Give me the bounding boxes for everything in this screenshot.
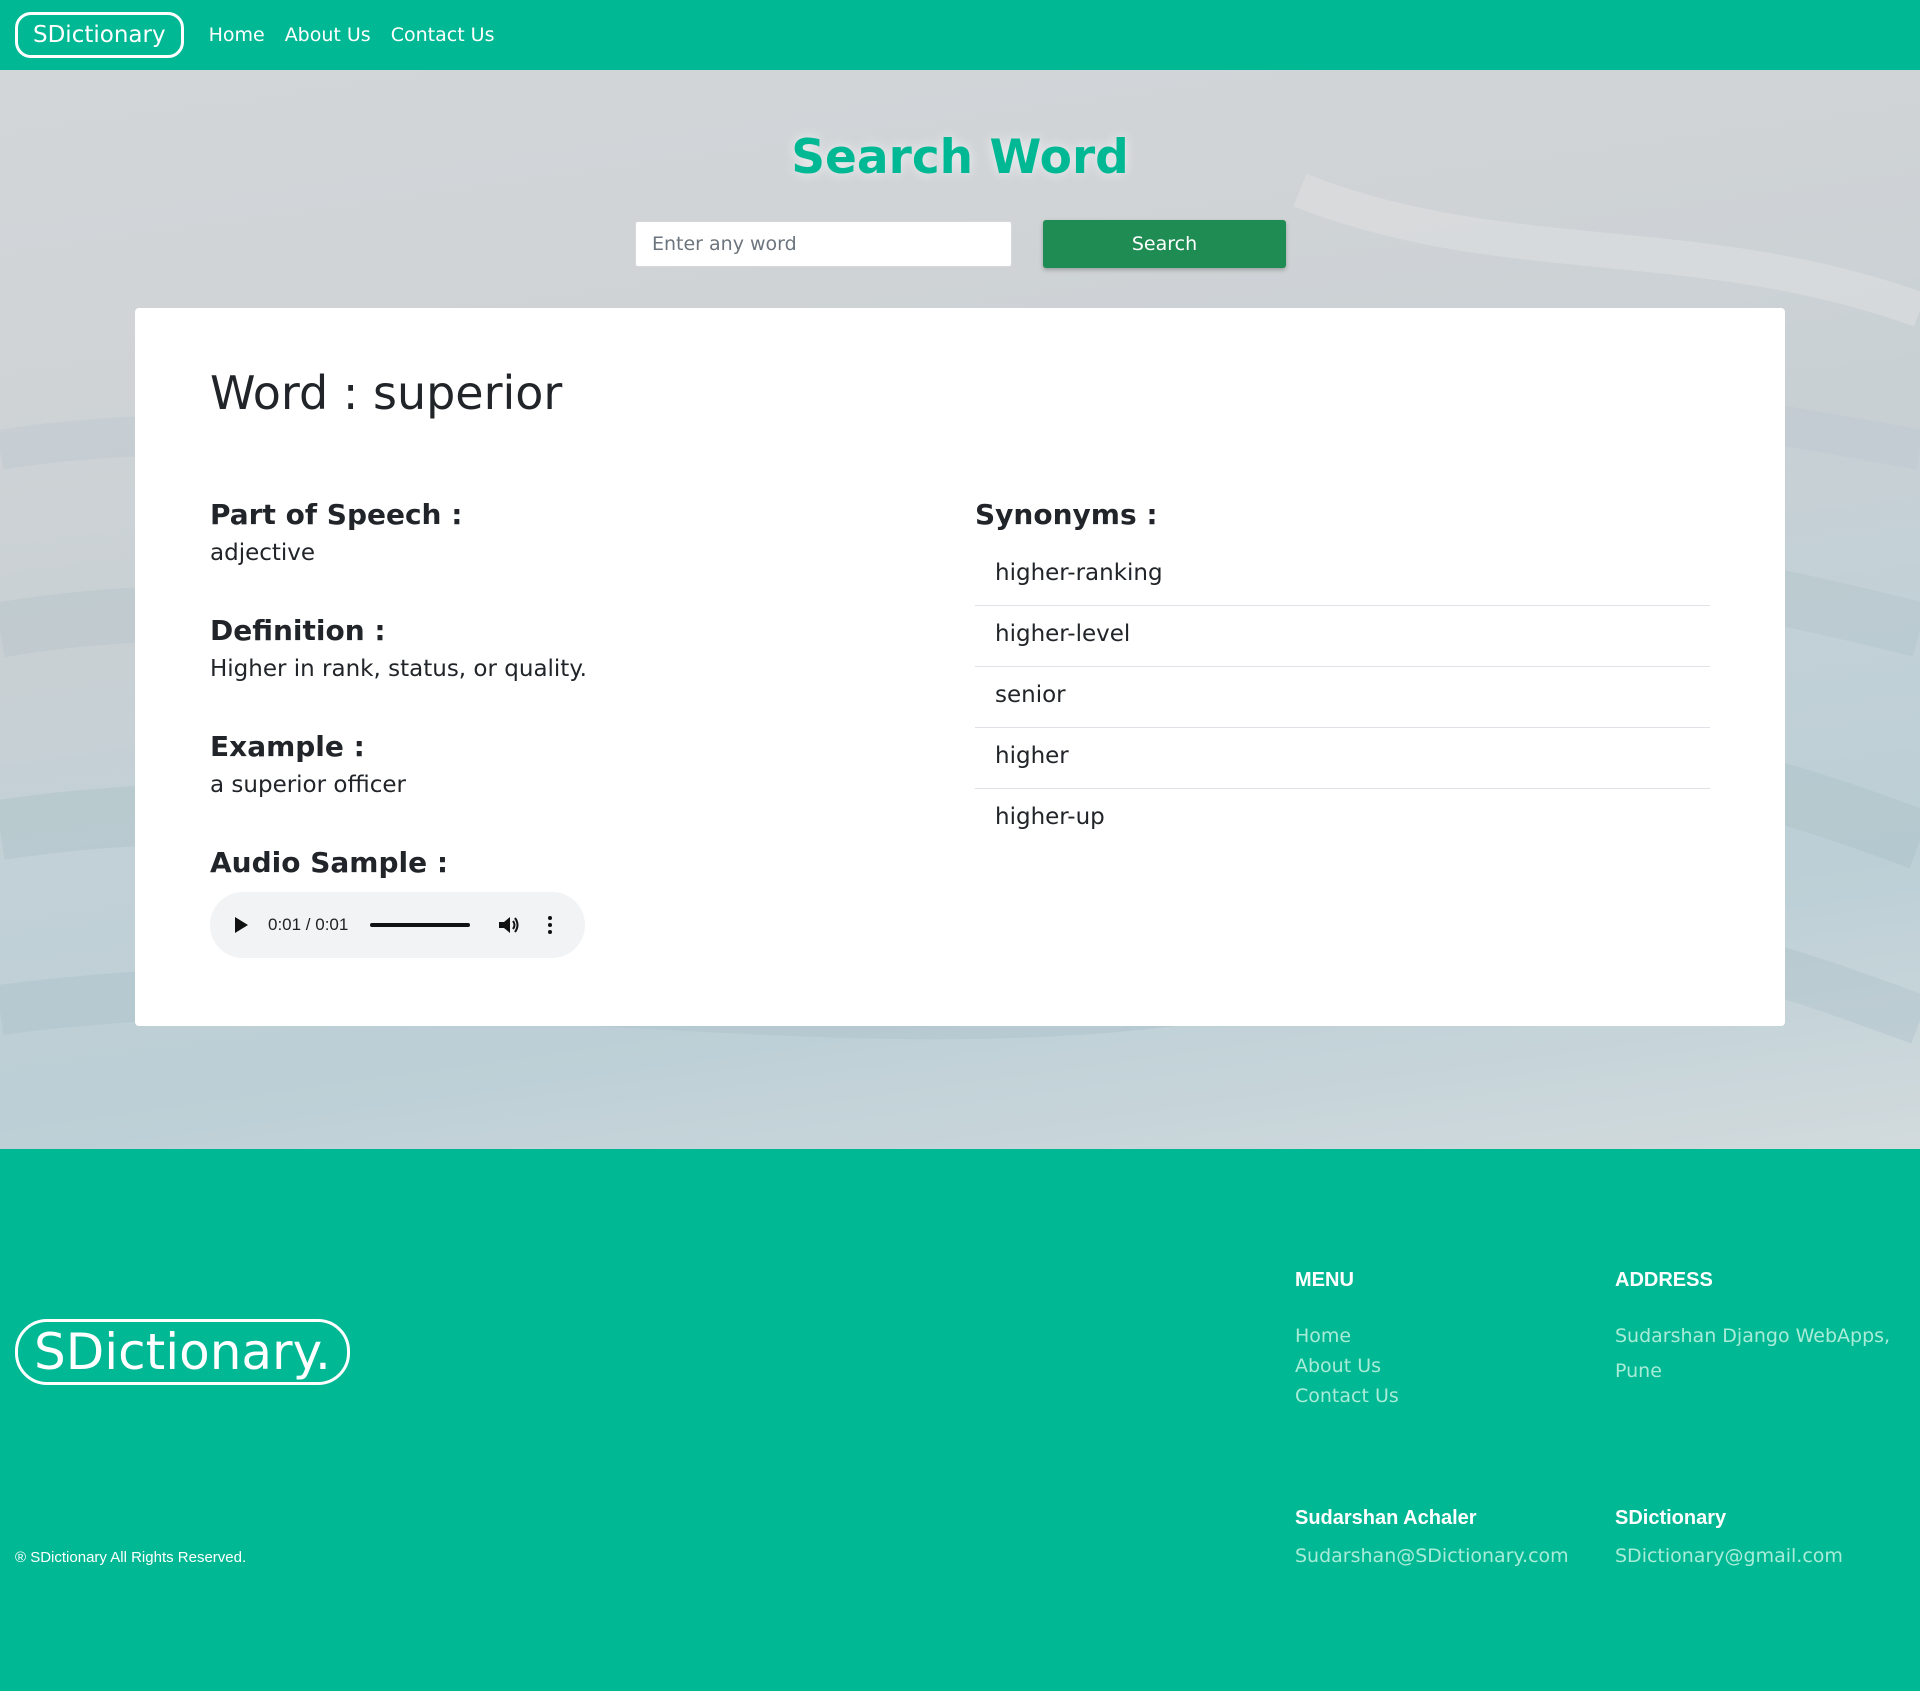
audio-time: 0:01 / 0:01 (268, 915, 349, 934)
footer-logo: SDictionary. (15, 1319, 350, 1385)
footer-menu-title: MENU (1295, 1269, 1354, 1291)
footer-site-name: SDictionary (1615, 1507, 1727, 1529)
footer-contact-email[interactable]: Sudarshan@SDictionary.com (1295, 1545, 1569, 1567)
search-input[interactable] (635, 221, 1012, 267)
synonyms-list: higher-ranking higher-level senior highe… (975, 545, 1710, 850)
audio-progress-slider[interactable] (370, 923, 471, 927)
nav-link-home[interactable]: Home (199, 24, 275, 46)
search-button[interactable]: Search (1043, 220, 1286, 268)
part-of-speech-value: adjective (210, 540, 316, 566)
audio-player: 0:01 / 0:01 (210, 892, 585, 958)
footer-link-home[interactable]: Home (1295, 1325, 1351, 1347)
copyright: ® SDictionary All Rights Reserved. (15, 1549, 247, 1566)
footer-address-line: Sudarshan Django WebApps, (1615, 1325, 1891, 1347)
nav-link-about[interactable]: About Us (275, 24, 381, 46)
part-of-speech-label: Part of Speech : (210, 498, 463, 531)
footer-link-about[interactable]: About Us (1295, 1355, 1381, 1377)
synonym-item: higher-up (995, 804, 1105, 830)
example-label: Example : (210, 730, 365, 763)
result-card: Word : superior Part of Speech : adjecti… (135, 308, 1785, 1026)
footer-site-email[interactable]: SDictionary@gmail.com (1615, 1545, 1843, 1567)
synonym-item: senior (975, 667, 1710, 728)
synonym-item: higher (975, 728, 1710, 789)
volume-icon[interactable] (498, 915, 520, 935)
audio-sample-label: Audio Sample : (210, 846, 449, 879)
synonyms-label: Synonyms : (975, 498, 1158, 531)
synonym-item: higher-level (975, 606, 1710, 667)
definition-value: Higher in rank, status, or quality. (210, 656, 587, 682)
footer-contact-name: Sudarshan Achaler (1295, 1507, 1477, 1529)
footer-address-title: ADDRESS (1615, 1269, 1713, 1291)
synonym-item: higher-ranking (975, 545, 1710, 606)
navbar-brand[interactable]: SDictionary (15, 12, 184, 58)
navbar: SDictionary Home About Us Contact Us (0, 0, 1920, 70)
footer: SDictionary. MENU Home About Us Contact … (0, 1149, 1920, 1691)
example-value: a superior officer (210, 772, 406, 798)
nav-link-contact[interactable]: Contact Us (381, 24, 505, 46)
footer-address-line: Pune (1615, 1360, 1662, 1382)
search-title: Search Word (791, 130, 1129, 185)
hero-section: Search Word Search Word : superior Part … (0, 70, 1920, 1149)
more-options-icon[interactable] (548, 916, 553, 934)
footer-link-contact[interactable]: Contact Us (1295, 1385, 1399, 1407)
definition-label: Definition : (210, 614, 386, 647)
nav-links: Home About Us Contact Us (199, 24, 505, 46)
play-icon[interactable] (235, 917, 248, 933)
word-heading: Word : superior (210, 366, 563, 420)
